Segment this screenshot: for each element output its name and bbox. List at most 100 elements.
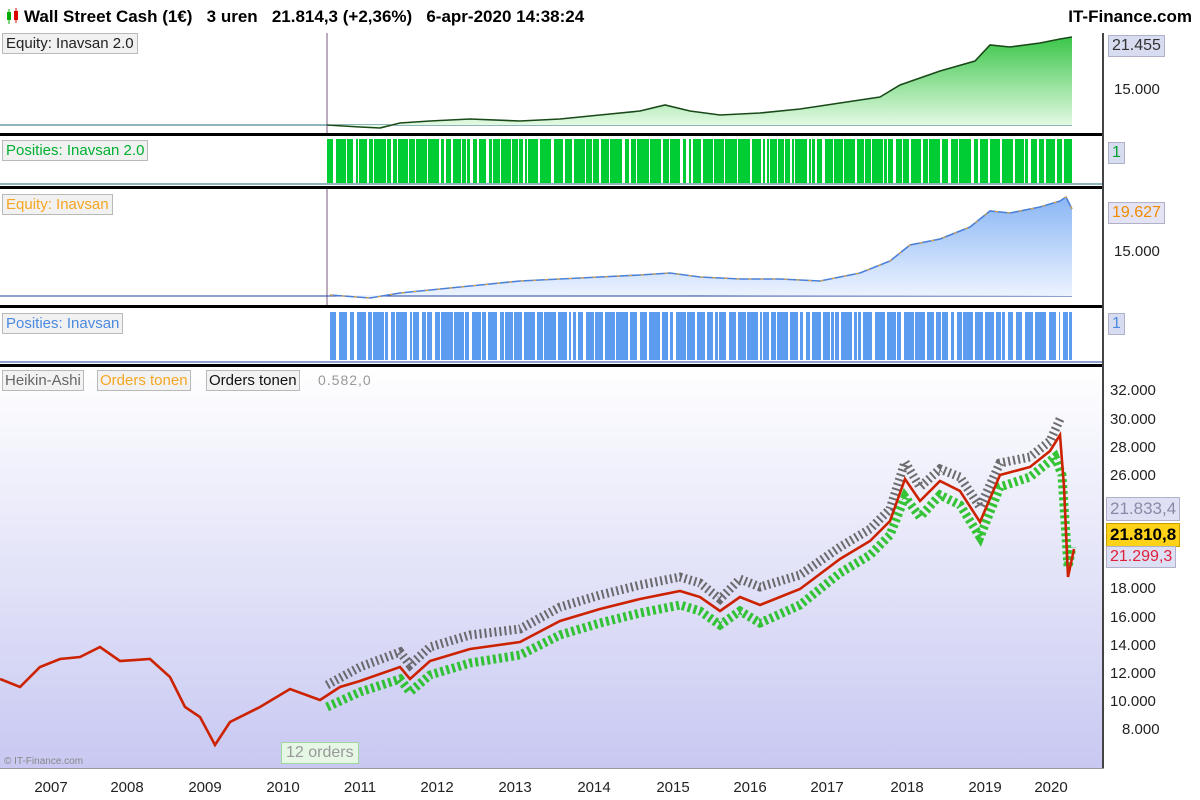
- year-label: 2019: [968, 779, 1002, 796]
- positions-chart-1: [0, 139, 1104, 185]
- position-gap: [776, 312, 777, 360]
- position-gap: [978, 139, 980, 183]
- position-gap: [885, 312, 887, 360]
- position-gap: [940, 139, 942, 183]
- position-gap: [461, 139, 462, 183]
- position-gap: [481, 312, 482, 360]
- candlestick-icon: [7, 8, 18, 24]
- position-gap: [861, 312, 863, 360]
- position-gap: [887, 139, 888, 183]
- position-gap: [466, 139, 467, 183]
- price-tick: 14.000: [1110, 637, 1156, 654]
- position-gap: [758, 312, 760, 360]
- position-gap: [872, 312, 875, 360]
- position-gap: [535, 312, 537, 360]
- position-gap: [384, 312, 385, 360]
- position-gap: [830, 312, 831, 360]
- position-gap: [367, 139, 369, 183]
- position-gap: [822, 139, 825, 183]
- position-gap: [864, 139, 865, 183]
- position-gap: [769, 312, 771, 360]
- position-gap: [833, 139, 834, 183]
- tab-orders-tonen-2[interactable]: Orders tonen: [206, 370, 300, 391]
- position-gap: [902, 139, 903, 183]
- tab-orders-tonen-1[interactable]: Orders tonen: [97, 370, 191, 391]
- price-tick: 30.000: [1110, 411, 1156, 428]
- position-gap: [354, 312, 357, 360]
- position-gap: [705, 312, 707, 360]
- position-gap: [928, 139, 929, 183]
- position-gap: [761, 139, 763, 183]
- position-gap: [464, 312, 465, 360]
- orders-count-badge[interactable]: 12 orders: [281, 742, 359, 764]
- position-gap: [585, 139, 586, 183]
- position-gap: [954, 312, 957, 360]
- year-label: 2016: [733, 779, 767, 796]
- year-label: 2009: [188, 779, 222, 796]
- panel-label-equity-2: Equity: Inavsan: [2, 194, 113, 215]
- position-gap: [790, 139, 792, 183]
- position-gap: [746, 312, 747, 360]
- price-badge-top: 21.833,4: [1106, 497, 1181, 521]
- positions-panel-1[interactable]: Posities: Inavsan 2.0: [0, 136, 1104, 186]
- position-gap: [358, 139, 359, 183]
- tick-equity-2: 15.000: [1114, 243, 1160, 260]
- year-label: 2017: [810, 779, 844, 796]
- position-gap: [373, 139, 374, 183]
- position-gap: [686, 139, 689, 183]
- position-gap: [821, 312, 823, 360]
- position-gap: [737, 139, 738, 183]
- position-gap: [962, 312, 963, 360]
- position-gap: [427, 139, 428, 183]
- position-gap: [713, 312, 715, 360]
- position-gap: [511, 139, 512, 183]
- position-gap: [469, 312, 472, 360]
- equity-scale-2: 19.627 15.000: [1104, 189, 1200, 305]
- position-gap: [852, 312, 854, 360]
- time-axis[interactable]: 2007 2008 2009 2010 2011 2012 2013 2014 …: [0, 768, 1104, 800]
- position-gap: [843, 139, 844, 183]
- position-gap: [765, 139, 767, 183]
- position-gap: [661, 139, 663, 183]
- position-gap: [941, 312, 942, 360]
- position-gap: [556, 312, 558, 360]
- position-gap: [1001, 312, 1002, 360]
- position-gap: [629, 139, 631, 183]
- position-gap: [637, 312, 640, 360]
- equity-panel-1[interactable]: Equity: Inavsan 2.0: [0, 33, 1104, 133]
- position-gap: [486, 312, 488, 360]
- price-tick: 18.000: [1110, 580, 1156, 597]
- position-gap: [839, 312, 841, 360]
- position-gap: [1033, 312, 1035, 360]
- position-gap: [921, 139, 923, 183]
- price-panel[interactable]: 0.582,0 © IT-Finance.com 12 orders: [0, 367, 1104, 768]
- position-gap: [857, 312, 858, 360]
- position-gap: [750, 139, 752, 183]
- positions-panel-2[interactable]: Posities: Inavsan: [0, 308, 1104, 364]
- position-gap: [1013, 312, 1016, 360]
- position-gap: [397, 139, 398, 183]
- position-gap: [673, 312, 676, 360]
- position-gap: [522, 312, 524, 360]
- position-gap: [609, 139, 610, 183]
- position-gap: [419, 312, 422, 360]
- year-label: 2020: [1034, 779, 1068, 796]
- position-gap: [1068, 312, 1069, 360]
- position-gap: [386, 139, 387, 183]
- position-gap: [948, 312, 951, 360]
- price-tick: 8.000: [1122, 721, 1160, 738]
- position-gap: [1000, 139, 1002, 183]
- position-gap: [518, 139, 519, 183]
- price-tick: 12.000: [1110, 665, 1156, 682]
- equity-panel-2[interactable]: Equity: Inavsan: [0, 189, 1104, 305]
- year-label: 2014: [577, 779, 611, 796]
- price-badge-current: 21.810,8: [1106, 523, 1181, 547]
- tab-heikin-ashi[interactable]: Heikin-Ashi: [2, 370, 84, 391]
- position-gap: [914, 312, 915, 360]
- year-label: 2015: [656, 779, 690, 796]
- scale-divider[interactable]: [1102, 33, 1104, 768]
- price-badge-low: 21.299,3: [1106, 546, 1177, 568]
- position-gap: [973, 312, 975, 360]
- position-gap: [909, 139, 911, 183]
- position-gap: [439, 139, 441, 183]
